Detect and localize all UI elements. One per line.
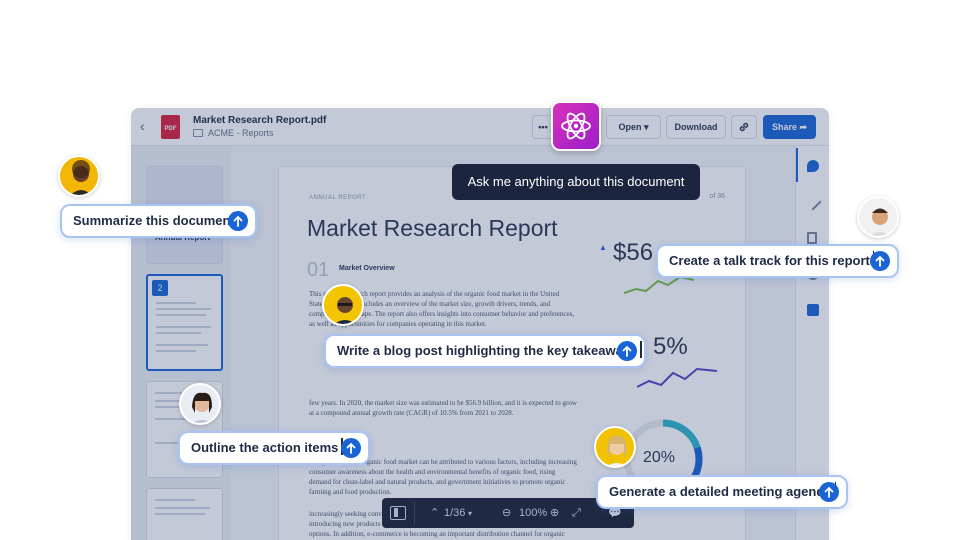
prompt-chip-blog-post[interactable]: Write a blog post highlighting the key t… bbox=[324, 334, 646, 368]
prompt-text: Create a talk track for this report bbox=[669, 253, 870, 268]
prompt-chip-summarize[interactable]: Summarize this document bbox=[60, 204, 257, 238]
send-arrow-icon[interactable] bbox=[228, 211, 248, 231]
send-arrow-icon[interactable] bbox=[819, 482, 839, 502]
prompt-chip-meeting-agenda[interactable]: Generate a detailed meeting agenda bbox=[596, 475, 848, 509]
text-cursor bbox=[640, 341, 642, 358]
ai-assistant-button[interactable] bbox=[551, 101, 601, 151]
user-avatar bbox=[594, 426, 636, 468]
atom-icon bbox=[561, 112, 591, 140]
prompt-text: Summarize this document bbox=[73, 213, 235, 228]
user-avatar bbox=[322, 284, 364, 326]
send-arrow-icon[interactable] bbox=[870, 251, 890, 271]
send-arrow-icon[interactable] bbox=[617, 341, 637, 361]
prompt-chip-action-items[interactable]: Outline the action items bbox=[178, 431, 370, 465]
prompt-chip-talk-track[interactable]: Create a talk track for this report bbox=[656, 244, 899, 278]
prompt-text: Outline the action items bbox=[191, 440, 339, 455]
send-arrow-icon[interactable] bbox=[341, 438, 361, 458]
prompt-text: Write a blog post highlighting the key t… bbox=[337, 343, 638, 358]
ai-assistant-tooltip: Ask me anything about this document bbox=[452, 164, 700, 200]
prompt-text: Generate a detailed meeting agenda bbox=[609, 484, 832, 499]
user-avatar bbox=[179, 383, 221, 425]
user-avatar bbox=[857, 196, 899, 238]
user-avatar bbox=[58, 155, 100, 197]
